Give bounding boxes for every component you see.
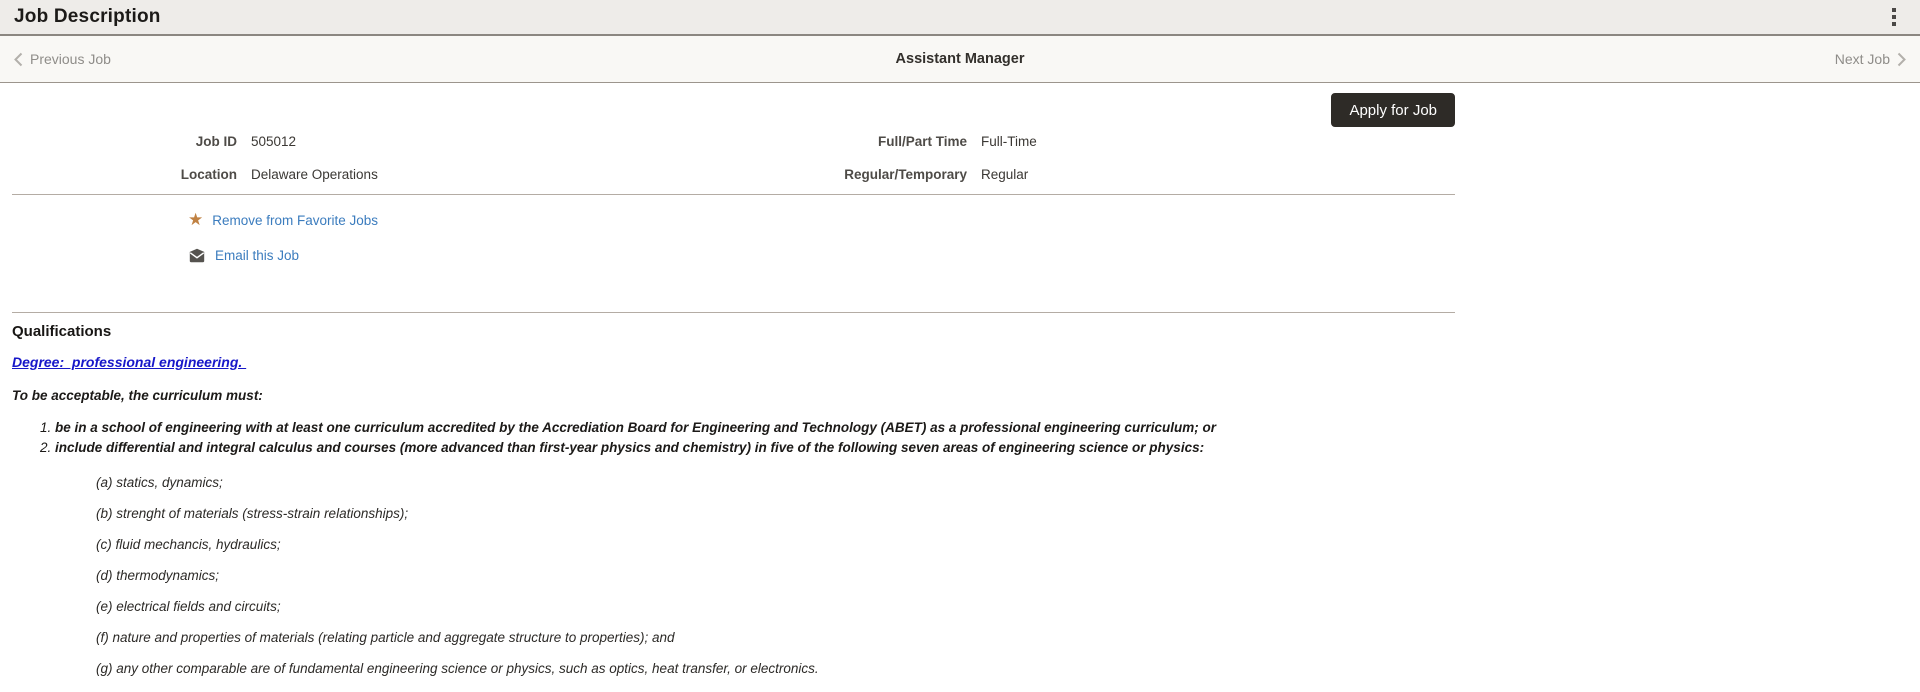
- list-item: (e) electrical fields and circuits;: [96, 599, 281, 614]
- chevron-right-icon: [1897, 52, 1906, 66]
- list-item: (b) strenght of materials (stress-strain…: [96, 506, 409, 521]
- list-item: (a) statics, dynamics;: [96, 475, 223, 490]
- location-label: Location: [180, 167, 237, 182]
- list-item: include differential and integral calcul…: [55, 438, 1455, 458]
- list-item: (c) fluid mechancis, hydraulics;: [96, 537, 281, 552]
- job-details: Job ID 505012 Full/Part Time Full-Time L…: [12, 135, 1455, 182]
- kebab-menu-icon[interactable]: [1886, 4, 1902, 30]
- curriculum-intro-text: To be acceptable, the curriculum must:: [12, 388, 263, 403]
- curriculum-numbered-list: be in a school of engineering with at le…: [12, 418, 1455, 458]
- remove-favorite-label: Remove from Favorite Jobs: [212, 212, 379, 228]
- regular-temporary-label: Regular/Temporary: [844, 167, 967, 182]
- full-part-time-value: Full-Time: [981, 134, 1037, 149]
- list-item: (d) thermodynamics;: [96, 568, 220, 583]
- envelope-icon: [189, 248, 205, 262]
- star-icon: ★: [188, 210, 204, 229]
- full-part-time-label: Full/Part Time: [877, 134, 967, 149]
- apply-for-job-button[interactable]: Apply for Job: [1331, 93, 1455, 127]
- current-job-title: Assistant Manager: [895, 51, 1025, 67]
- title-bar: Job Description: [0, 0, 1920, 36]
- page-title: Job Description: [14, 6, 161, 27]
- apply-row: Apply for Job: [12, 93, 1455, 127]
- science-areas-list: (a) statics, dynamics; (b) strenght of m…: [12, 476, 1455, 676]
- divider: [12, 194, 1455, 195]
- list-item: (g) any other comparable are of fundamen…: [96, 661, 819, 676]
- next-job-label: Next Job: [1834, 51, 1890, 67]
- location-value: Delaware Operations: [251, 167, 378, 182]
- email-job-label: Email this Job: [215, 247, 300, 263]
- remove-favorite-link[interactable]: ★ Remove from Favorite Jobs: [188, 211, 1455, 229]
- previous-job-link[interactable]: Previous Job: [14, 51, 111, 67]
- job-id-value: 505012: [251, 134, 297, 149]
- chevron-left-icon: [14, 52, 23, 66]
- email-job-link[interactable]: Email this Job: [188, 246, 1455, 264]
- qualifications-heading: Qualifications: [12, 323, 112, 340]
- job-description-content: Apply for Job Job ID 505012 Full/Part Ti…: [12, 93, 1455, 676]
- job-navigation-bar: Previous Job Assistant Manager Next Job: [0, 36, 1920, 83]
- job-action-links: ★ Remove from Favorite Jobs Email this J…: [12, 211, 1455, 264]
- qualifications-section: Qualifications Degree: professional engi…: [12, 323, 1455, 676]
- list-item: (f) nature and properties of materials (…: [96, 630, 675, 645]
- job-id-label: Job ID: [195, 134, 237, 149]
- next-job-link[interactable]: Next Job: [1835, 51, 1906, 67]
- degree-requirement-text: Degree: professional engineering.: [12, 354, 247, 370]
- divider: [12, 312, 1455, 313]
- regular-temporary-value: Regular: [981, 167, 1029, 182]
- previous-job-label: Previous Job: [30, 51, 111, 67]
- list-item: be in a school of engineering with at le…: [55, 418, 1455, 438]
